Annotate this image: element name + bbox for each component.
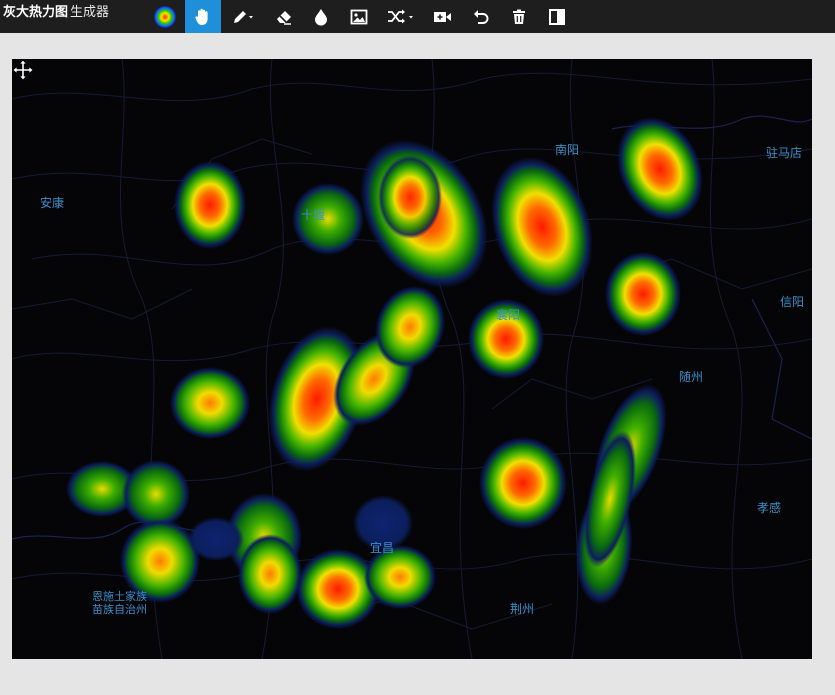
city-label-jingzhou: 荆州 bbox=[510, 602, 535, 616]
drop-icon bbox=[315, 8, 327, 25]
move-cursor-icon bbox=[12, 59, 34, 81]
image-icon bbox=[350, 9, 368, 24]
heatmap-canvas[interactable]: 安康 十堰 南阳 驻马店 信阳 襄阳 随州 孝感 宜昌 荆州 恩施土家族 苗族自… bbox=[12, 59, 812, 659]
city-label-ankang: 安康 bbox=[40, 196, 65, 210]
city-label-suizhou: 随州 bbox=[679, 370, 704, 384]
gradient-tool-button[interactable] bbox=[147, 0, 183, 33]
pencil-icon bbox=[234, 10, 253, 23]
image-tool-button[interactable] bbox=[341, 0, 377, 33]
shuffle-tool-button[interactable] bbox=[380, 0, 424, 33]
gradient-icon bbox=[154, 5, 176, 28]
drop-tool-button[interactable] bbox=[303, 0, 339, 33]
city-label-enshi: 恩施土家族 苗族自治州 bbox=[92, 590, 147, 616]
add-video-tool-button[interactable] bbox=[425, 0, 461, 33]
undo-icon bbox=[474, 9, 489, 24]
add-video-icon bbox=[434, 11, 451, 22]
split-view-button[interactable] bbox=[539, 0, 575, 33]
pencil-tool-button[interactable] bbox=[223, 0, 267, 33]
split-view-icon bbox=[549, 8, 565, 25]
city-label-xiaogan: 孝感 bbox=[757, 501, 782, 515]
eraser-icon bbox=[277, 10, 291, 25]
city-label-xiangyang: 襄阳 bbox=[496, 308, 521, 322]
undo-button[interactable] bbox=[463, 0, 499, 33]
map-layer bbox=[12, 59, 812, 659]
app-title: 灰大热力图 生成器 bbox=[3, 5, 110, 20]
city-label-xinyang: 信阳 bbox=[780, 295, 805, 309]
trash-icon bbox=[513, 9, 525, 24]
city-label-zhumadian: 驻马店 bbox=[766, 146, 803, 160]
hand-tool-button[interactable] bbox=[185, 0, 221, 33]
shuffle-icon bbox=[388, 9, 413, 23]
toolbar: 灰大热力图 生成器 bbox=[0, 0, 835, 33]
delete-button[interactable] bbox=[501, 0, 537, 33]
eraser-tool-button[interactable] bbox=[266, 0, 302, 33]
city-label-yichang: 宜昌 bbox=[370, 541, 395, 555]
city-label-nanyang: 南阳 bbox=[555, 143, 580, 157]
hand-icon bbox=[195, 8, 208, 25]
city-label-shiyan: 十堰 bbox=[301, 208, 326, 222]
